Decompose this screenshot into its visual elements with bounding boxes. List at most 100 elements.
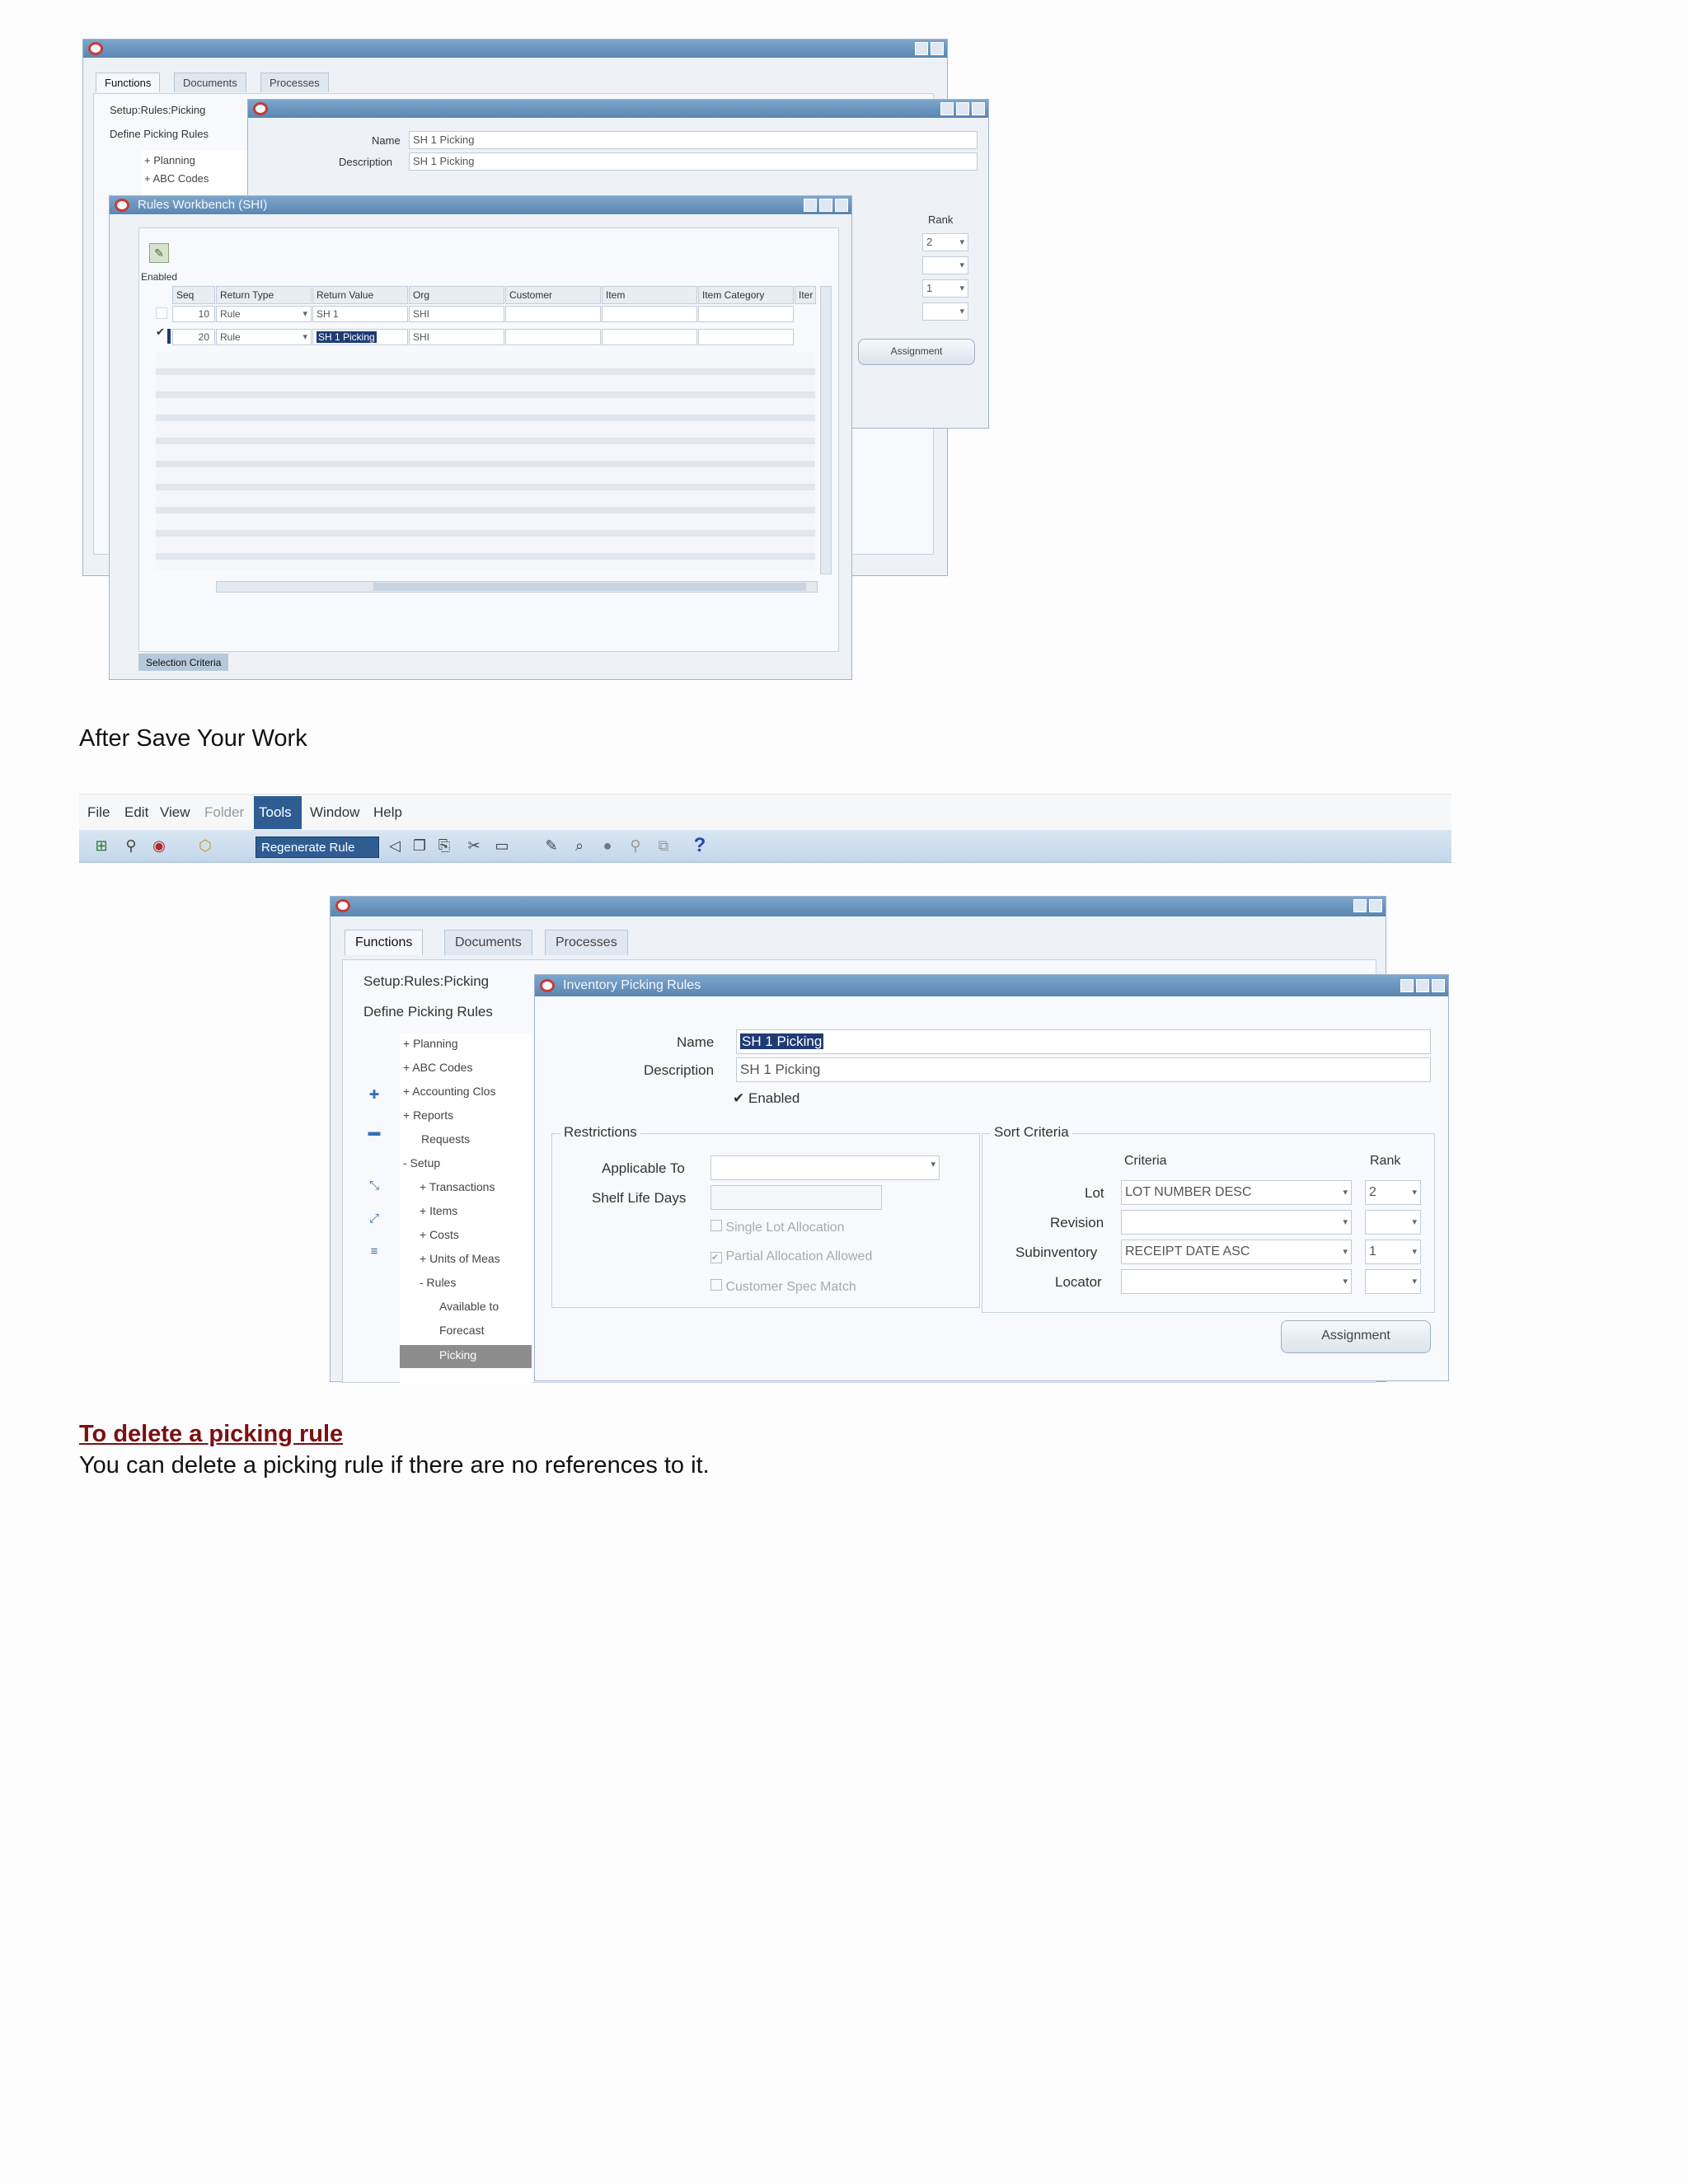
tab-functions[interactable]: Functions	[96, 73, 161, 92]
collapse-icon[interactable]: ▬	[365, 1123, 383, 1141]
tree-item-selected[interactable]: Picking	[400, 1345, 532, 1368]
navigator-icon[interactable]: ◉	[148, 835, 170, 856]
single-lot-checkbox[interactable]: Single Lot Allocation	[710, 1220, 845, 1235]
expand-all-icon[interactable]: ⤢	[365, 1210, 383, 1228]
table-cell[interactable]	[505, 329, 601, 345]
description-field[interactable]: SH 1 Picking	[736, 1057, 1431, 1082]
save-icon[interactable]: ⬡	[195, 835, 216, 856]
assignment-button[interactable]: Assignment	[858, 339, 975, 365]
clear-icon[interactable]: ✂	[463, 835, 485, 856]
paste-icon[interactable]: ⎘	[434, 835, 455, 856]
menu-edit[interactable]: Edit	[124, 804, 148, 821]
rank-select[interactable]	[1365, 1269, 1421, 1294]
tree-item[interactable]: - Setup	[403, 1156, 440, 1169]
rank-field[interactable]	[922, 256, 968, 274]
applicable-to-select[interactable]	[710, 1155, 940, 1180]
rank-select[interactable]	[1365, 1210, 1421, 1235]
seq-cell[interactable]: 10	[172, 306, 215, 322]
window-controls[interactable]	[940, 102, 985, 115]
name-field[interactable]: SH 1 Picking	[409, 131, 978, 149]
tree-item[interactable]: + ABC Codes	[403, 1061, 472, 1074]
rank-select[interactable]: 1	[1365, 1240, 1421, 1264]
criteria-select[interactable]: LOT NUMBER DESC	[1121, 1180, 1352, 1205]
tree-item[interactable]: + Costs	[420, 1228, 459, 1241]
window-controls[interactable]	[1400, 979, 1445, 992]
attachments-icon[interactable]: ⚲	[625, 835, 646, 856]
window-controls[interactable]	[1353, 899, 1382, 912]
return-value-cell[interactable]: SH 1 Picking	[312, 329, 408, 345]
rank-select[interactable]: 2	[1365, 1180, 1421, 1205]
section-heading[interactable]: To delete a picking rule	[79, 1421, 343, 1448]
return-type-cell[interactable]: Rule	[216, 329, 312, 345]
criteria-select[interactable]: RECEIPT DATE ASC	[1121, 1240, 1352, 1264]
description-field[interactable]: SH 1 Picking	[409, 152, 978, 171]
table-cell[interactable]	[602, 329, 697, 345]
org-cell[interactable]: SHI	[409, 306, 504, 322]
menu-file[interactable]: File	[87, 804, 110, 821]
find-icon[interactable]: ⚲	[120, 835, 142, 856]
switch-icon[interactable]: ◁	[384, 835, 406, 856]
tab-processes[interactable]: Processes	[545, 930, 628, 955]
tree-item[interactable]: + Items	[420, 1204, 457, 1217]
seq-cell[interactable]: 20	[172, 329, 215, 345]
window-controls[interactable]	[804, 199, 848, 212]
tree-item[interactable]: + Units of Meas	[420, 1252, 500, 1265]
help-icon[interactable]: ?	[689, 835, 710, 856]
tab-documents[interactable]: Documents	[174, 73, 246, 92]
table-cell[interactable]	[698, 306, 794, 322]
edit-field-icon[interactable]: ✎	[541, 835, 562, 856]
enable-icon[interactable]: ✎	[149, 243, 169, 263]
new-icon[interactable]: ⊞	[91, 835, 112, 856]
tree-item[interactable]: + Planning	[403, 1037, 458, 1050]
rank-field[interactable]: 1	[922, 279, 968, 298]
table-cell[interactable]	[505, 306, 601, 322]
expand-branch-icon[interactable]: ⤡	[365, 1177, 383, 1195]
name-field[interactable]: SH 1 Picking	[736, 1029, 1431, 1054]
return-value-cell[interactable]: SH 1	[312, 306, 408, 322]
zoom-icon[interactable]: ⌕	[569, 835, 590, 856]
tree-item[interactable]: + Planning	[144, 154, 195, 166]
criteria-select[interactable]	[1121, 1210, 1352, 1235]
enabled-checkbox[interactable]: ✔ Enabled	[733, 1090, 799, 1107]
translations-icon[interactable]: ●	[597, 835, 618, 856]
tree-item[interactable]: Requests	[421, 1132, 470, 1146]
table-cell[interactable]	[602, 306, 697, 322]
partial-allocation-checkbox[interactable]: ✔ Partial Allocation Allowed	[710, 1249, 872, 1264]
customer-spec-checkbox[interactable]: Customer Spec Match	[710, 1279, 856, 1295]
menu-window[interactable]: Window	[310, 804, 359, 821]
folder-tools-icon[interactable]: ⧉	[653, 835, 674, 856]
window-controls[interactable]	[915, 42, 944, 55]
regenerate-rule-menu-item[interactable]: Regenerate Rule	[256, 837, 379, 858]
tree-item[interactable]: + Reports	[403, 1108, 453, 1122]
menu-folder[interactable]: Folder	[204, 804, 244, 821]
scrollbar-thumb[interactable]	[373, 583, 806, 591]
tab-documents[interactable]: Documents	[444, 930, 532, 955]
tree-item[interactable]: + Transactions	[420, 1180, 495, 1193]
copy-icon[interactable]: ❐	[409, 835, 430, 856]
tab-processes[interactable]: Processes	[260, 73, 329, 92]
return-type-cell[interactable]: Rule	[216, 306, 312, 322]
delete-icon[interactable]: ▭	[491, 835, 513, 856]
criteria-select[interactable]	[1121, 1269, 1352, 1294]
horizontal-scrollbar[interactable]	[216, 581, 818, 593]
shelf-life-field[interactable]	[710, 1185, 882, 1210]
menu-view[interactable]: View	[160, 804, 190, 821]
enabled-checkbox[interactable]	[156, 307, 167, 319]
menu-tools[interactable]: Tools	[254, 796, 302, 829]
table-cell[interactable]	[698, 329, 794, 345]
expand-icon[interactable]: ✚	[365, 1086, 383, 1104]
tree-item[interactable]: Forecast	[439, 1324, 484, 1337]
rank-field[interactable]	[922, 302, 968, 321]
tree-item[interactable]: Available to	[439, 1300, 499, 1313]
assignment-button[interactable]: Assignment	[1281, 1320, 1431, 1353]
tab-functions[interactable]: Functions	[345, 930, 424, 955]
menu-help[interactable]: Help	[373, 804, 402, 821]
enabled-check[interactable]: ✔	[156, 326, 165, 339]
rank-field[interactable]: 2	[922, 233, 968, 251]
tree-item[interactable]: + Accounting Clos	[403, 1085, 495, 1098]
tree-item[interactable]: + ABC Codes	[144, 172, 209, 185]
collapse-all-icon[interactable]: ≡	[365, 1243, 383, 1261]
vertical-scrollbar[interactable]	[820, 286, 832, 574]
tree-item[interactable]: - Rules	[420, 1276, 456, 1289]
tab-selection-criteria[interactable]: Selection Criteria	[138, 654, 229, 671]
